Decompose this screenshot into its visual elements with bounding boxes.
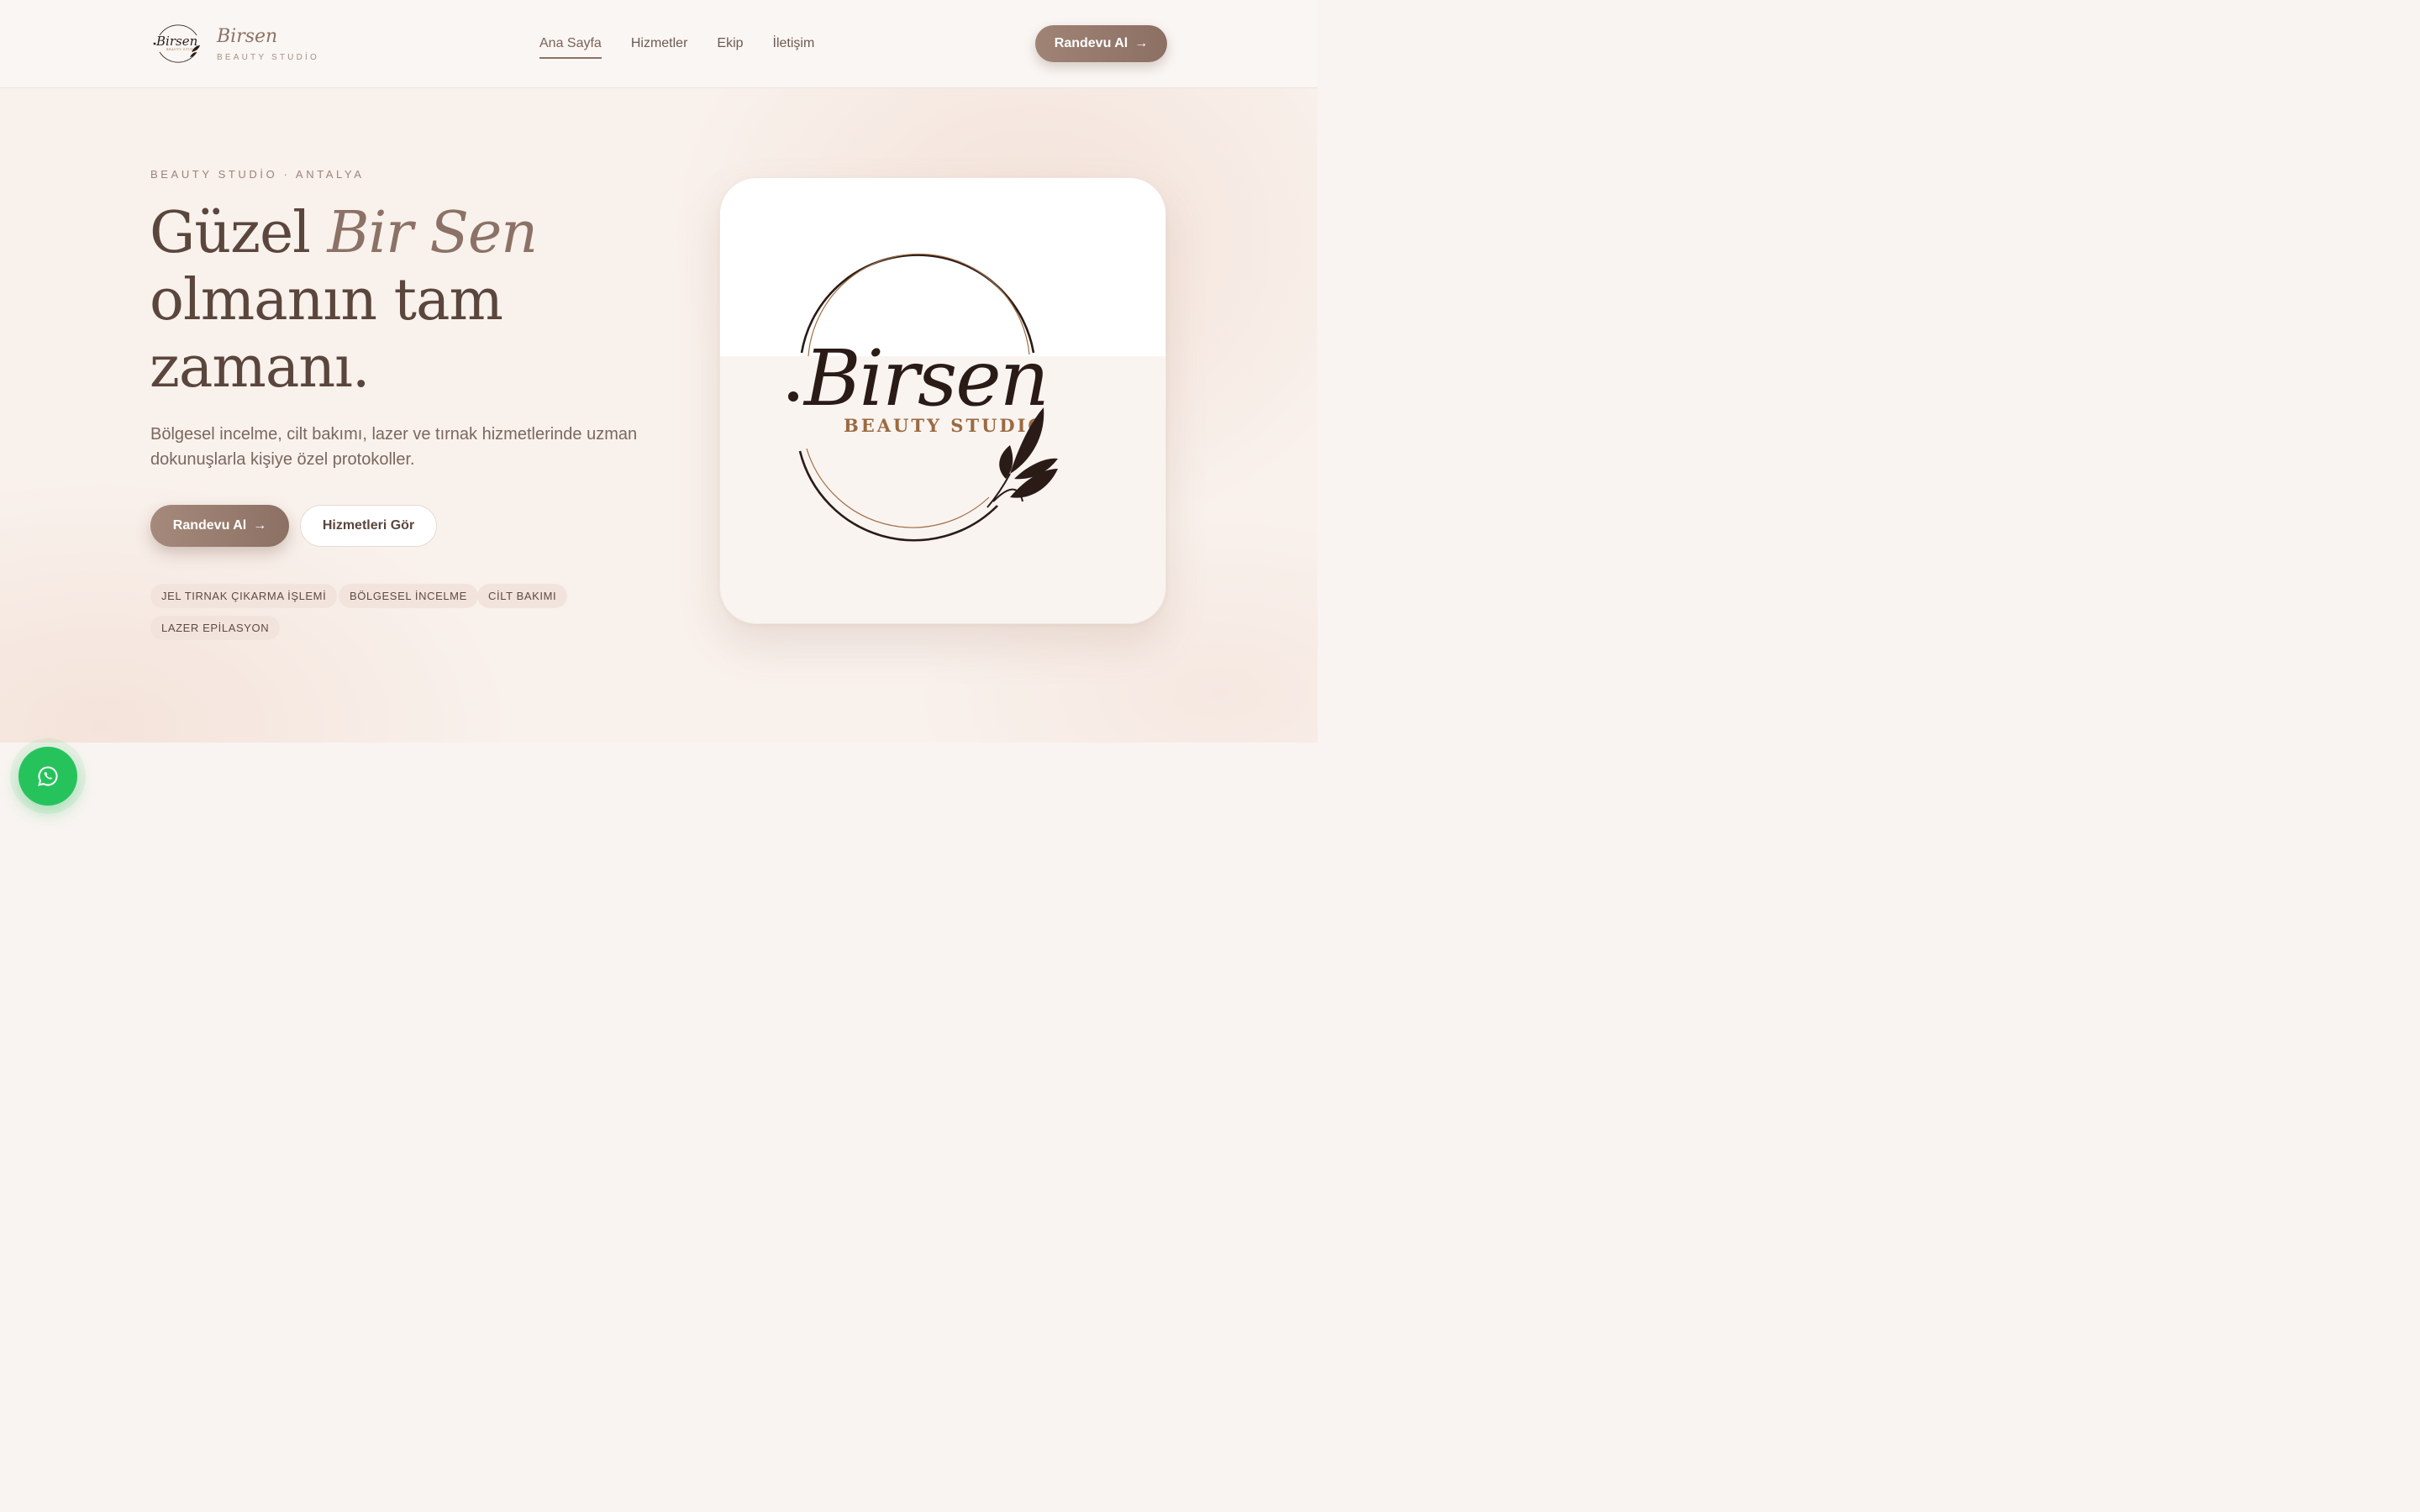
hero-title-line2: olmanın tam <box>150 267 503 333</box>
hero-appointment-button[interactable]: Randevu Al → <box>150 505 289 547</box>
service-tag[interactable]: JEL TIRNAK ÇIKARMA İŞLEMİ <box>150 584 338 608</box>
brand-logo-link[interactable]: Birsen BEAUTY STUDIO Birsen BEAUTY STUDİ… <box>151 20 319 67</box>
nav-item-hizmetler[interactable]: Hizmetler <box>631 35 688 59</box>
whatsapp-button[interactable] <box>18 747 77 806</box>
brand-logo-mark: Birsen BEAUTY STUDIO <box>151 20 205 67</box>
studio-logo-illustration: Birsen BEAUTY STUDIO <box>788 253 1058 542</box>
main-nav: Ana Sayfa Hizmetler Ekip İletişim <box>539 35 844 59</box>
view-services-button[interactable]: Hizmetleri Gör <box>300 505 437 547</box>
arrow-right-icon: → <box>1134 36 1149 50</box>
svg-text:Birsen: Birsen <box>155 34 197 49</box>
service-tag[interactable]: BÖLGESEL İNCELME <box>339 584 478 608</box>
hero-title-line3: zamanı. <box>150 334 371 401</box>
hero-title-accent: Bir Sen <box>327 200 538 266</box>
site-header: Birsen BEAUTY STUDIO Birsen BEAUTY STUDİ… <box>0 0 1318 88</box>
header-appointment-button[interactable]: Randevu Al → <box>1035 25 1167 62</box>
brand-text: Birsen BEAUTY STUDİO <box>217 26 319 62</box>
hero-eyebrow: BEAUTY STUDİO · ANTALYA <box>150 168 365 181</box>
brand-name: Birsen <box>217 25 278 47</box>
hero-title-line1: Güzel Bir Sen <box>150 200 538 266</box>
hero-title: Güzel Bir Sen olmanın tam zamanı. <box>150 200 538 402</box>
brand-subtitle: BEAUTY STUDİO <box>217 52 319 62</box>
nav-item-iletisim[interactable]: İletişim <box>773 35 815 59</box>
hero-description: Bölgesel incelme, cilt bakımı, lazer ve … <box>150 422 671 472</box>
hero-title-plain: Güzel <box>150 200 328 266</box>
service-tag[interactable]: CİLT BAKIMI <box>477 584 568 608</box>
nav-item-ekip[interactable]: Ekip <box>717 35 743 59</box>
hero-description-line1: Bölgesel incelme, cilt bakımı, lazer ve … <box>150 425 638 444</box>
logo-script-text: Birsen <box>802 333 1048 423</box>
whatsapp-icon <box>38 766 58 786</box>
hero-description-line2: dokunuşlarla kişiye özel protokoller. <box>150 450 415 469</box>
arrow-right-icon: → <box>253 518 267 533</box>
logo-caption-text: BEAUTY STUDIO <box>844 415 1046 436</box>
nav-item-ana-sayfa[interactable]: Ana Sayfa <box>539 35 602 59</box>
logo-card: Birsen BEAUTY STUDIO <box>719 177 1166 624</box>
hero-appointment-label: Randevu Al <box>172 518 247 533</box>
header-appointment-label: Randevu Al <box>1054 36 1128 50</box>
next-section-top <box>0 743 1318 823</box>
service-tag[interactable]: LAZER EPİLASYON <box>150 616 281 640</box>
